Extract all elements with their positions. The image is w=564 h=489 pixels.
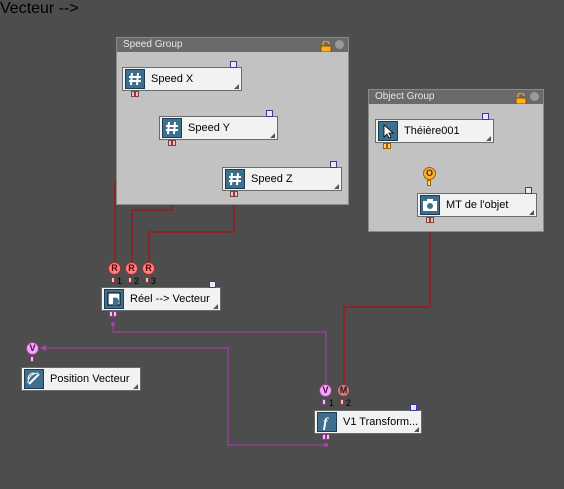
port-number: 2 — [346, 398, 352, 408]
port-v-input[interactable]: V — [319, 384, 332, 397]
speed-group-title: Speed Group — [117, 38, 348, 52]
node-tab[interactable] — [230, 61, 237, 68]
hash-icon — [162, 118, 182, 138]
wire-v1-to-position — [40, 347, 326, 446]
cursor-icon — [378, 121, 398, 141]
input-connector[interactable] — [340, 399, 344, 405]
node-tab[interactable] — [482, 113, 489, 120]
port-number: 1 — [117, 276, 123, 286]
node-resize-corner — [529, 210, 534, 215]
input-connector[interactable] — [322, 399, 326, 405]
node-resize-corner — [270, 133, 275, 138]
node-label: Speed X — [151, 73, 194, 85]
group-options-icon[interactable] — [335, 40, 344, 49]
port-r1[interactable]: R — [108, 262, 121, 275]
hash-icon — [125, 69, 145, 89]
output-connector[interactable] — [430, 217, 434, 223]
wire-mt-objet — [343, 230, 431, 384]
node-resize-corner — [414, 427, 419, 432]
node-reel-vecteur[interactable]: Réel --> Vecteur — [101, 281, 221, 311]
node-tab[interactable] — [525, 187, 532, 194]
input-connector[interactable] — [427, 180, 431, 186]
port-o[interactable]: O — [423, 167, 436, 180]
input-connector[interactable] — [145, 277, 149, 283]
node-position-vecteur[interactable]: Position Vecteur — [21, 367, 141, 391]
port-r2[interactable]: R — [125, 262, 138, 275]
output-connector[interactable] — [387, 143, 391, 149]
input-connector[interactable] — [30, 356, 34, 362]
function-icon: f — [317, 412, 337, 432]
node-tab[interactable] — [266, 110, 273, 117]
node-label: V1 Transform... — [343, 416, 419, 428]
output-connector[interactable] — [172, 140, 176, 146]
node-tab[interactable] — [330, 161, 337, 168]
node-resize-corner — [133, 384, 138, 389]
port-m-input[interactable]: M — [337, 384, 350, 397]
node-label: Théière001 — [404, 125, 460, 137]
node-resize-corner — [234, 84, 239, 89]
port-number: 1 — [329, 398, 335, 408]
node-label: Position Vecteur — [50, 373, 130, 385]
node-label: Réel --> Vecteur — [130, 293, 210, 305]
group-options-icon[interactable] — [530, 92, 539, 101]
node-resize-corner — [334, 184, 339, 189]
node-label: MT de l'objet — [446, 199, 509, 211]
node-tab[interactable] — [209, 281, 216, 288]
node-speed-y[interactable]: Speed Y — [159, 110, 278, 140]
satellite-icon — [24, 369, 44, 389]
port-r3[interactable]: R — [142, 262, 155, 275]
output-connector[interactable] — [113, 311, 117, 317]
node-label: Speed Y — [188, 122, 231, 134]
node-tab[interactable] — [410, 404, 417, 411]
lock-icon[interactable] — [320, 39, 332, 53]
wire-speed-z — [148, 202, 235, 262]
output-connector[interactable] — [326, 434, 330, 440]
node-label: Speed Z — [251, 173, 293, 185]
input-connector[interactable] — [128, 277, 132, 283]
converter-icon — [104, 289, 124, 309]
output-connector[interactable] — [135, 91, 139, 97]
node-v1-transform[interactable]: f V1 Transform... — [314, 404, 422, 434]
node-theiere[interactable]: Théière001 — [375, 113, 494, 143]
node-resize-corner — [213, 304, 218, 309]
wire-reel-vecteur — [112, 324, 327, 384]
port-v-position[interactable]: V — [26, 342, 39, 355]
node-resize-corner — [486, 136, 491, 141]
port-number: 3 — [151, 276, 157, 286]
camera-icon — [420, 195, 440, 215]
node-mt-objet[interactable]: MT de l'objet — [417, 187, 537, 217]
node-speed-z[interactable]: Speed Z — [222, 161, 342, 191]
input-connector[interactable] — [111, 277, 115, 283]
hash-icon — [225, 169, 245, 189]
node-speed-x[interactable]: Speed X — [122, 61, 242, 91]
lock-icon[interactable] — [515, 91, 527, 105]
port-number: 2 — [134, 276, 140, 286]
output-connector[interactable] — [234, 191, 238, 197]
svg-text:f: f — [323, 416, 329, 431]
